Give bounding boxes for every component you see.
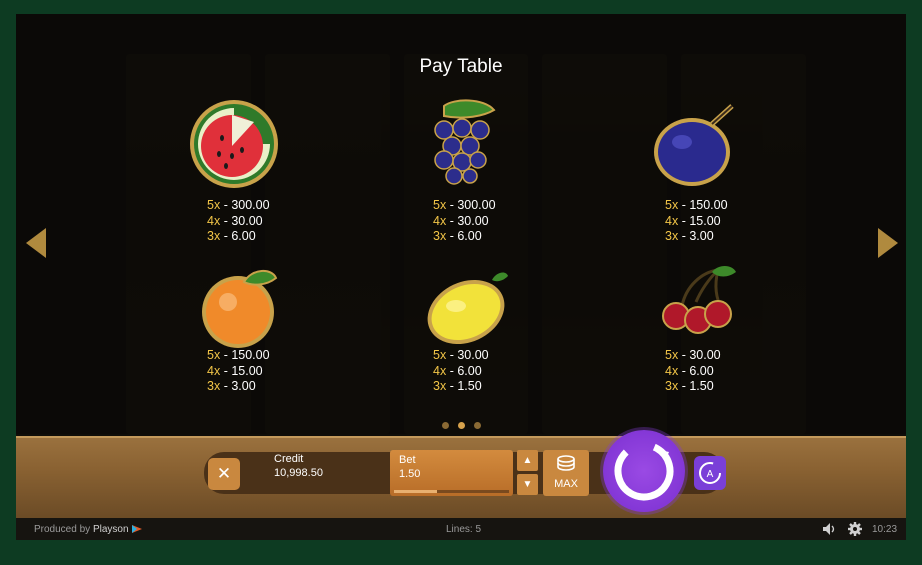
- page-dot[interactable]: [442, 422, 449, 429]
- gear-icon[interactable]: [848, 522, 862, 536]
- next-page-arrow-icon[interactable]: [878, 228, 898, 258]
- brand-name: Playson: [92, 524, 129, 535]
- bet-label: Bet: [399, 454, 416, 466]
- pay-line: 4x - 6.00: [665, 363, 714, 378]
- producer-credit: Produced by Playson: [34, 524, 143, 535]
- pay-line: 4x - 15.00: [207, 363, 263, 378]
- control-bar-border: [16, 436, 906, 438]
- pays-lemon: 5x - 30.00 4x - 6.00 3x - 1.50: [433, 348, 489, 395]
- credit-value: 10,998.50: [274, 467, 323, 479]
- credit-label: Credit: [274, 453, 304, 465]
- bet-decrease-button[interactable]: ▼: [517, 474, 538, 495]
- pays-watermelon: 5x - 300.00 4x - 30.00 3x - 6.00: [207, 198, 270, 245]
- pays-plum: 5x - 150.00 4x - 15.00 3x - 3.00: [665, 198, 728, 245]
- pay-line: 5x - 300.00: [433, 198, 496, 212]
- plum-icon: [646, 98, 746, 198]
- cherries-icon: [652, 262, 752, 362]
- autoplay-button[interactable]: A: [694, 456, 726, 490]
- speaker-icon[interactable]: [822, 522, 838, 536]
- pay-line: 4x - 30.00: [207, 213, 263, 228]
- game-frame: Pay Table 5x - 300.00 4x - 30.00 3x - 6.…: [0, 0, 922, 565]
- pay-line: 4x - 15.00: [665, 213, 721, 228]
- pay-line: 4x - 6.00: [433, 363, 482, 378]
- pay-line: 3x - 6.00: [433, 229, 482, 243]
- bet-value: 1.50: [399, 468, 421, 480]
- pay-line: 5x - 300.00: [207, 198, 270, 212]
- svg-text:A: A: [707, 469, 714, 480]
- bet-level-fill: [394, 490, 437, 493]
- spin-icon: [614, 441, 674, 501]
- orange-icon: [192, 260, 292, 360]
- watermelon-icon: [184, 94, 284, 194]
- clock: 10:23: [872, 524, 898, 535]
- pays-cherries: 5x - 30.00 4x - 6.00 3x - 1.50: [665, 348, 721, 395]
- pay-line: 5x - 30.00: [665, 348, 721, 362]
- pay-line: 3x - 3.00: [665, 229, 714, 243]
- produced-by-label: Produced by: [34, 524, 91, 535]
- game-screen: Pay Table 5x - 300.00 4x - 30.00 3x - 6.…: [16, 14, 906, 540]
- footer-bar: Produced by Playson Lines: 5 10:23: [16, 518, 906, 540]
- page-dot-active[interactable]: [458, 422, 465, 429]
- pay-line: 3x - 3.00: [207, 379, 256, 393]
- playson-logo-icon: [132, 525, 143, 534]
- page-indicator: [442, 422, 481, 429]
- bet-increase-button[interactable]: ▲: [517, 450, 538, 471]
- pay-line: 3x - 1.50: [433, 379, 482, 393]
- bet-level-bar: [394, 490, 509, 493]
- spin-button[interactable]: [603, 430, 685, 512]
- pay-line: 5x - 150.00: [665, 198, 728, 212]
- page-dot[interactable]: [474, 422, 481, 429]
- pay-line: 3x - 1.50: [665, 379, 714, 393]
- grapes-icon: [414, 94, 514, 194]
- paytable-title: Pay Table: [419, 56, 503, 77]
- pays-grapes: 5x - 300.00 4x - 30.00 3x - 6.00: [433, 198, 496, 245]
- bet-field[interactable]: Bet 1.50: [390, 450, 513, 496]
- max-bet-button[interactable]: MAX: [543, 450, 589, 496]
- pay-line: 5x - 30.00: [433, 348, 489, 362]
- max-label: MAX: [554, 478, 578, 490]
- coin-stack-icon: [557, 455, 575, 471]
- prev-page-arrow-icon[interactable]: [26, 228, 46, 258]
- autoplay-icon: A: [699, 462, 721, 484]
- pay-line: 5x - 150.00: [207, 348, 270, 362]
- lines-indicator: Lines: 5: [446, 524, 482, 535]
- pay-line: 3x - 6.00: [207, 229, 256, 243]
- pays-orange: 5x - 150.00 4x - 15.00 3x - 3.00: [207, 348, 270, 395]
- pay-line: 4x - 30.00: [433, 213, 489, 228]
- close-paytable-button[interactable]: ✕: [208, 458, 240, 490]
